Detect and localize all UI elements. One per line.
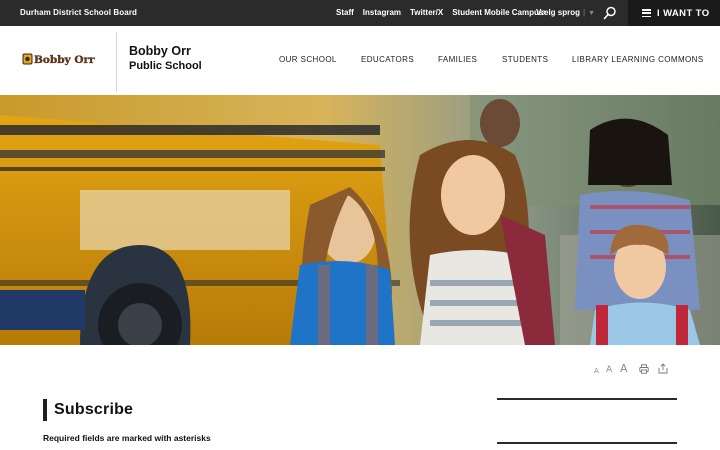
staff-link[interactable]: Staff: [336, 8, 354, 17]
instagram-link[interactable]: Instagram: [363, 8, 401, 17]
page-title: Subscribe: [54, 401, 134, 418]
site-header: Bobby Orr PS Bobby Orr Public School OUR…: [0, 26, 720, 95]
student-mobile-campus-link[interactable]: Student Mobile Campus: [452, 8, 543, 17]
language-selector[interactable]: Vælg sprog | ▼: [536, 8, 595, 17]
share-icon[interactable]: [658, 363, 668, 374]
required-fields-note: Required fields are marked with asterisk…: [43, 433, 211, 443]
nav-families[interactable]: FAMILIES: [438, 55, 477, 64]
nav-library-learning-commons[interactable]: LIBRARY LEARNING COMMONS: [572, 55, 704, 64]
sidebar-divider-bottom: [497, 442, 677, 444]
board-name-link[interactable]: Durham District School Board: [20, 8, 137, 17]
text-size-large[interactable]: A: [620, 362, 628, 375]
i-want-to-label: I WANT TO: [657, 7, 710, 19]
nav-students[interactable]: STUDENTS: [502, 55, 548, 64]
chevron-down-icon: ▼: [588, 10, 596, 17]
hero-illustration: [0, 95, 720, 345]
text-size-medium[interactable]: A: [606, 365, 612, 375]
sidebar-divider-top: [497, 398, 677, 400]
menu-icon: [642, 9, 651, 17]
main-navigation: OUR SCHOOL EDUCATORS FAMILIES STUDENTS L…: [0, 55, 720, 67]
language-label: Vælg sprog: [536, 8, 581, 17]
subscribe-heading-block: Subscribe: [43, 399, 133, 421]
twitter-link[interactable]: Twitter/X: [410, 8, 443, 17]
print-icon[interactable]: [639, 364, 649, 374]
hero-image: [0, 95, 720, 345]
utility-links: Staff Instagram Twitter/X Student Mobile Ca…: [336, 8, 552, 17]
top-utility-bar: Durham District School Board Staff Instag…: [0, 0, 720, 26]
i-want-to-button[interactable]: I WANT TO: [628, 0, 720, 26]
nav-educators[interactable]: EDUCATORS: [361, 55, 414, 64]
text-size-small[interactable]: A: [594, 367, 599, 375]
nav-our-school[interactable]: OUR SCHOOL: [279, 55, 337, 64]
language-separator: |: [583, 8, 586, 17]
search-icon[interactable]: [603, 6, 617, 20]
